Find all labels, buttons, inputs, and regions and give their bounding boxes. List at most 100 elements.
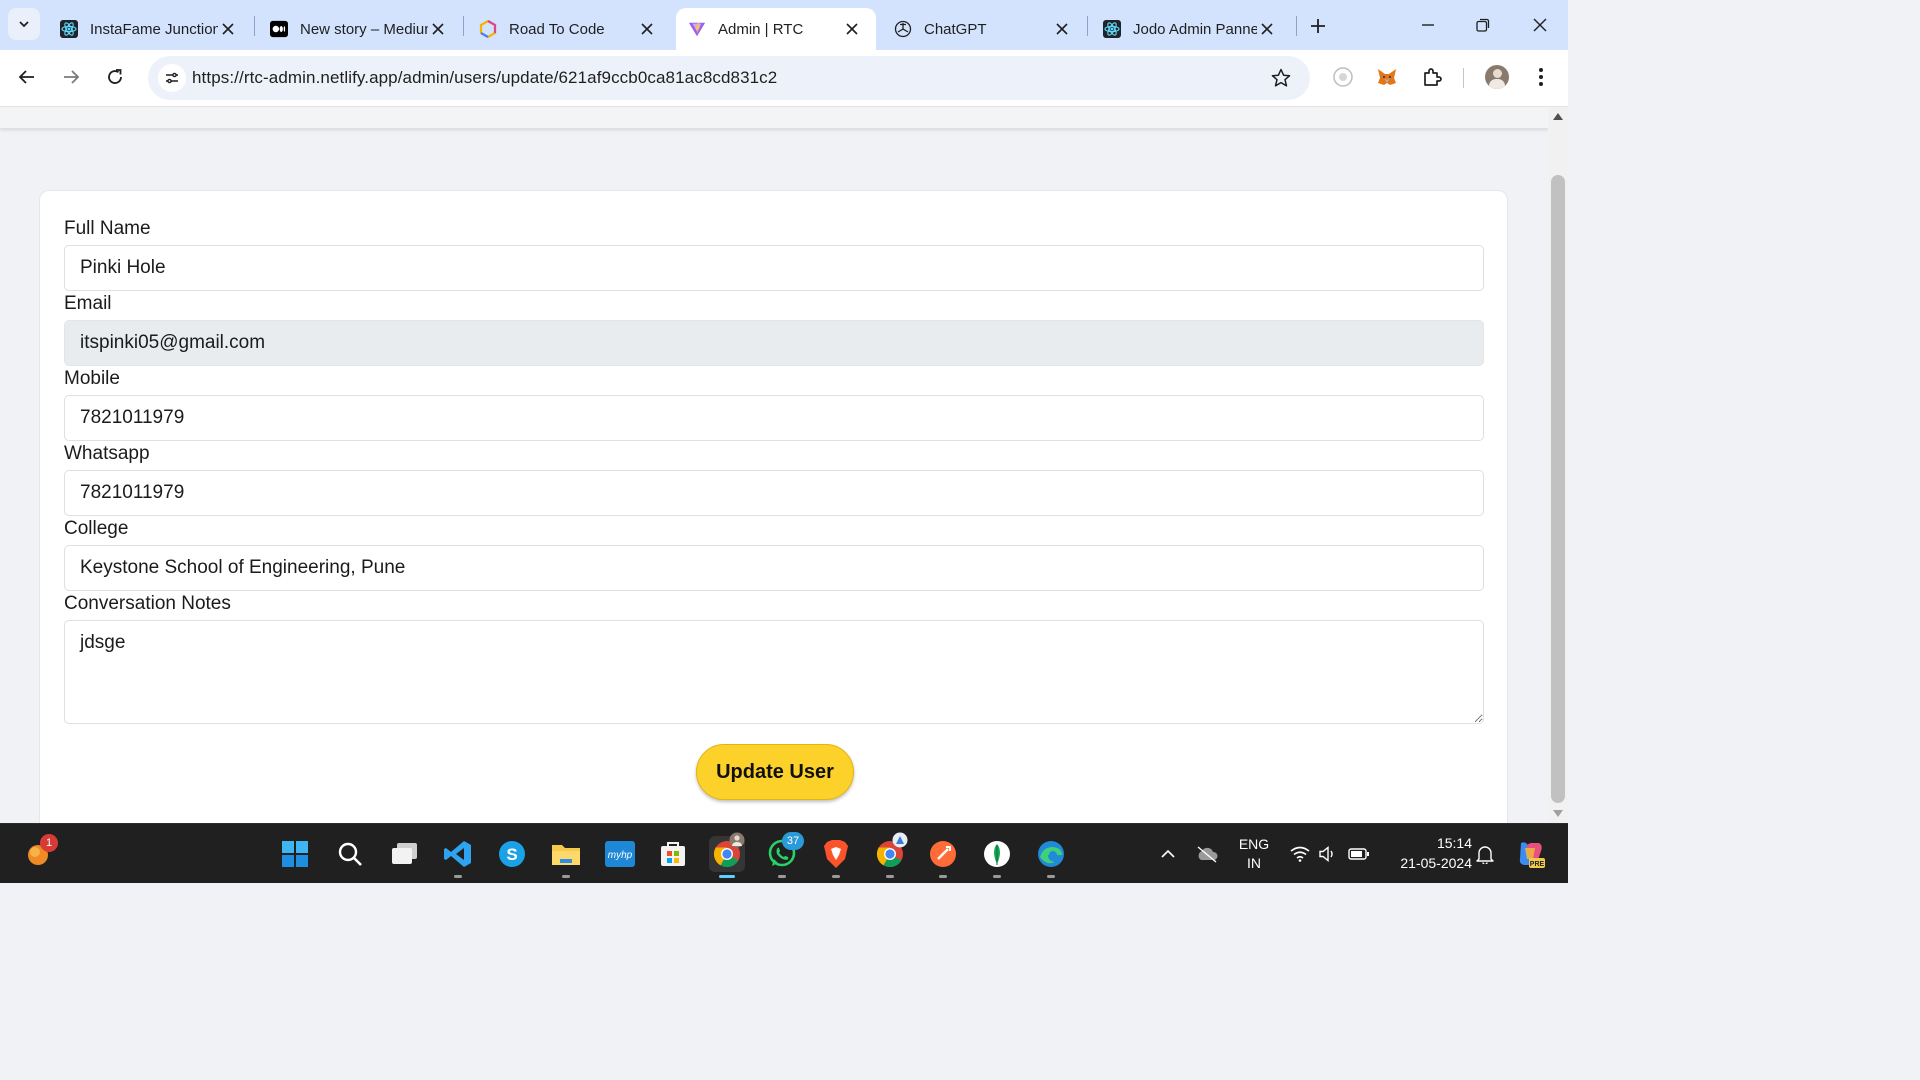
url-text[interactable]: https://rtc-admin.netlify.app/admin/user… <box>192 68 777 88</box>
start-button[interactable] <box>277 836 313 872</box>
taskbar-brave[interactable] <box>818 836 854 878</box>
arrow-right-icon <box>64 70 80 84</box>
close-icon[interactable] <box>1257 19 1277 39</box>
widgets-button[interactable]: 1 <box>20 834 58 872</box>
tab-divider <box>1296 16 1297 36</box>
college-input[interactable] <box>64 545 1484 591</box>
update-user-form-card: Full Name Email Mobile Whatsapp College … <box>39 190 1508 823</box>
taskbar-file-explorer[interactable] <box>548 836 584 878</box>
restore-icon <box>1476 18 1490 32</box>
close-icon[interactable] <box>842 19 862 39</box>
whatsapp-unread-badge: 37 <box>782 832 804 850</box>
show-hidden-icons-chevron-icon[interactable] <box>1156 842 1180 866</box>
site-settings-icon[interactable] <box>158 64 186 92</box>
road-to-code-icon <box>479 20 497 38</box>
taskbar-chrome[interactable] <box>709 832 745 878</box>
tab-search-button[interactable] <box>8 8 40 40</box>
svg-text:myhp: myhp <box>608 850 633 861</box>
close-icon[interactable] <box>428 19 448 39</box>
address-bar[interactable]: https://rtc-admin.netlify.app/admin/user… <box>148 56 1310 100</box>
region-indicator[interactable]: IN <box>1234 855 1274 871</box>
close-window-button[interactable] <box>1525 10 1555 40</box>
taskbar-microsoft-store[interactable] <box>655 836 691 872</box>
chatgpt-icon <box>894 20 912 38</box>
vscode-icon <box>444 841 471 867</box>
profile-avatar[interactable] <box>1485 65 1509 89</box>
notification-badge: 1 <box>40 834 58 852</box>
language-indicator[interactable]: ENG <box>1234 836 1274 852</box>
browser-toolbar: https://rtc-admin.netlify.app/admin/user… <box>0 50 1568 107</box>
tab-instafame[interactable]: InstaFame Junction <box>48 8 252 50</box>
full-name-label: Full Name <box>64 218 151 239</box>
copilot-icon[interactable]: PRE <box>1514 838 1546 870</box>
taskbar-edge[interactable] <box>1033 836 1069 878</box>
tab-title: Road To Code <box>509 20 605 38</box>
onedrive-icon[interactable] <box>1195 842 1219 866</box>
tab-title: Admin | RTC <box>718 20 804 38</box>
tab-title: New story – Medium <box>300 20 428 38</box>
scroll-down-arrow-icon[interactable] <box>1553 810 1563 817</box>
search-icon <box>338 842 362 866</box>
conversation-notes-label: Conversation Notes <box>64 593 231 614</box>
profile-overlay-icon <box>892 832 908 848</box>
folder-icon <box>552 845 580 865</box>
tab-medium[interactable]: New story – Medium <box>258 8 462 50</box>
svg-text:PRE: PRE <box>1530 861 1545 868</box>
tab-title: InstaFame Junction <box>90 20 218 38</box>
notification-bell-icon[interactable] <box>1473 842 1497 866</box>
reload-button[interactable] <box>100 62 130 92</box>
restore-button[interactable] <box>1468 10 1498 40</box>
new-tab-button[interactable] <box>1304 12 1332 40</box>
full-name-input[interactable] <box>64 245 1484 291</box>
tab-admin-rtc[interactable]: Admin | RTC <box>676 8 876 50</box>
mongodb-leaf-icon <box>984 841 1010 867</box>
taskbar-skype[interactable]: S <box>494 836 530 872</box>
svg-text:S: S <box>506 845 517 864</box>
taskbar-mongodb-compass[interactable] <box>979 836 1015 878</box>
mobile-input[interactable] <box>64 395 1484 441</box>
mobile-label: Mobile <box>64 368 120 389</box>
conversation-notes-textarea[interactable]: jdsge <box>64 620 1484 724</box>
update-user-button[interactable]: Update User <box>696 744 854 800</box>
close-icon[interactable] <box>637 19 657 39</box>
college-label: College <box>64 518 129 539</box>
tab-title: ChatGPT <box>924 20 987 38</box>
minimize-icon <box>1422 24 1434 26</box>
whatsapp-input[interactable] <box>64 470 1484 516</box>
extensions-puzzle-icon[interactable] <box>1417 62 1447 92</box>
clock-time[interactable]: 15:14 <box>1384 835 1472 851</box>
tab-divider <box>1087 16 1088 36</box>
page-scrollbar[interactable] <box>1548 107 1568 823</box>
wifi-icon[interactable] <box>1288 842 1312 866</box>
tab-chatgpt[interactable]: ChatGPT <box>882 8 1086 50</box>
task-view-button[interactable] <box>387 836 423 872</box>
clock-date[interactable]: 21-05-2024 <box>1384 855 1472 871</box>
task-view-icon <box>392 843 417 864</box>
taskbar-search-button[interactable] <box>332 836 368 872</box>
tab-road-to-code[interactable]: Road To Code <box>467 8 671 50</box>
bookmark-star-icon[interactable] <box>1268 65 1294 91</box>
taskbar-vscode[interactable] <box>440 836 476 878</box>
plus-icon <box>1311 19 1325 33</box>
close-icon[interactable] <box>218 19 238 39</box>
taskbar-postman[interactable] <box>925 836 961 878</box>
forward-button[interactable] <box>56 62 86 92</box>
more-menu-icon[interactable] <box>1526 62 1556 92</box>
minimize-button[interactable] <box>1413 10 1443 40</box>
volume-icon[interactable] <box>1316 842 1340 866</box>
extension-record-icon[interactable] <box>1328 62 1358 92</box>
taskbar-myhp[interactable]: myhp <box>602 836 638 872</box>
back-button[interactable] <box>12 62 42 92</box>
taskbar-whatsapp[interactable]: 37 <box>764 832 804 878</box>
metamask-icon[interactable] <box>1372 62 1402 92</box>
tab-jodo-admin[interactable]: Jodo Admin Panne <box>1091 8 1291 50</box>
store-icon <box>661 842 685 866</box>
close-icon[interactable] <box>1052 19 1072 39</box>
page-viewport: Full Name Email Mobile Whatsapp College … <box>0 107 1548 823</box>
scroll-up-arrow-icon[interactable] <box>1553 113 1563 120</box>
taskbar-chrome-profile[interactable] <box>872 832 908 878</box>
reload-icon <box>108 69 122 84</box>
battery-icon[interactable] <box>1347 842 1371 866</box>
scrollbar-thumb[interactable] <box>1551 175 1565 803</box>
postman-icon <box>930 841 956 867</box>
